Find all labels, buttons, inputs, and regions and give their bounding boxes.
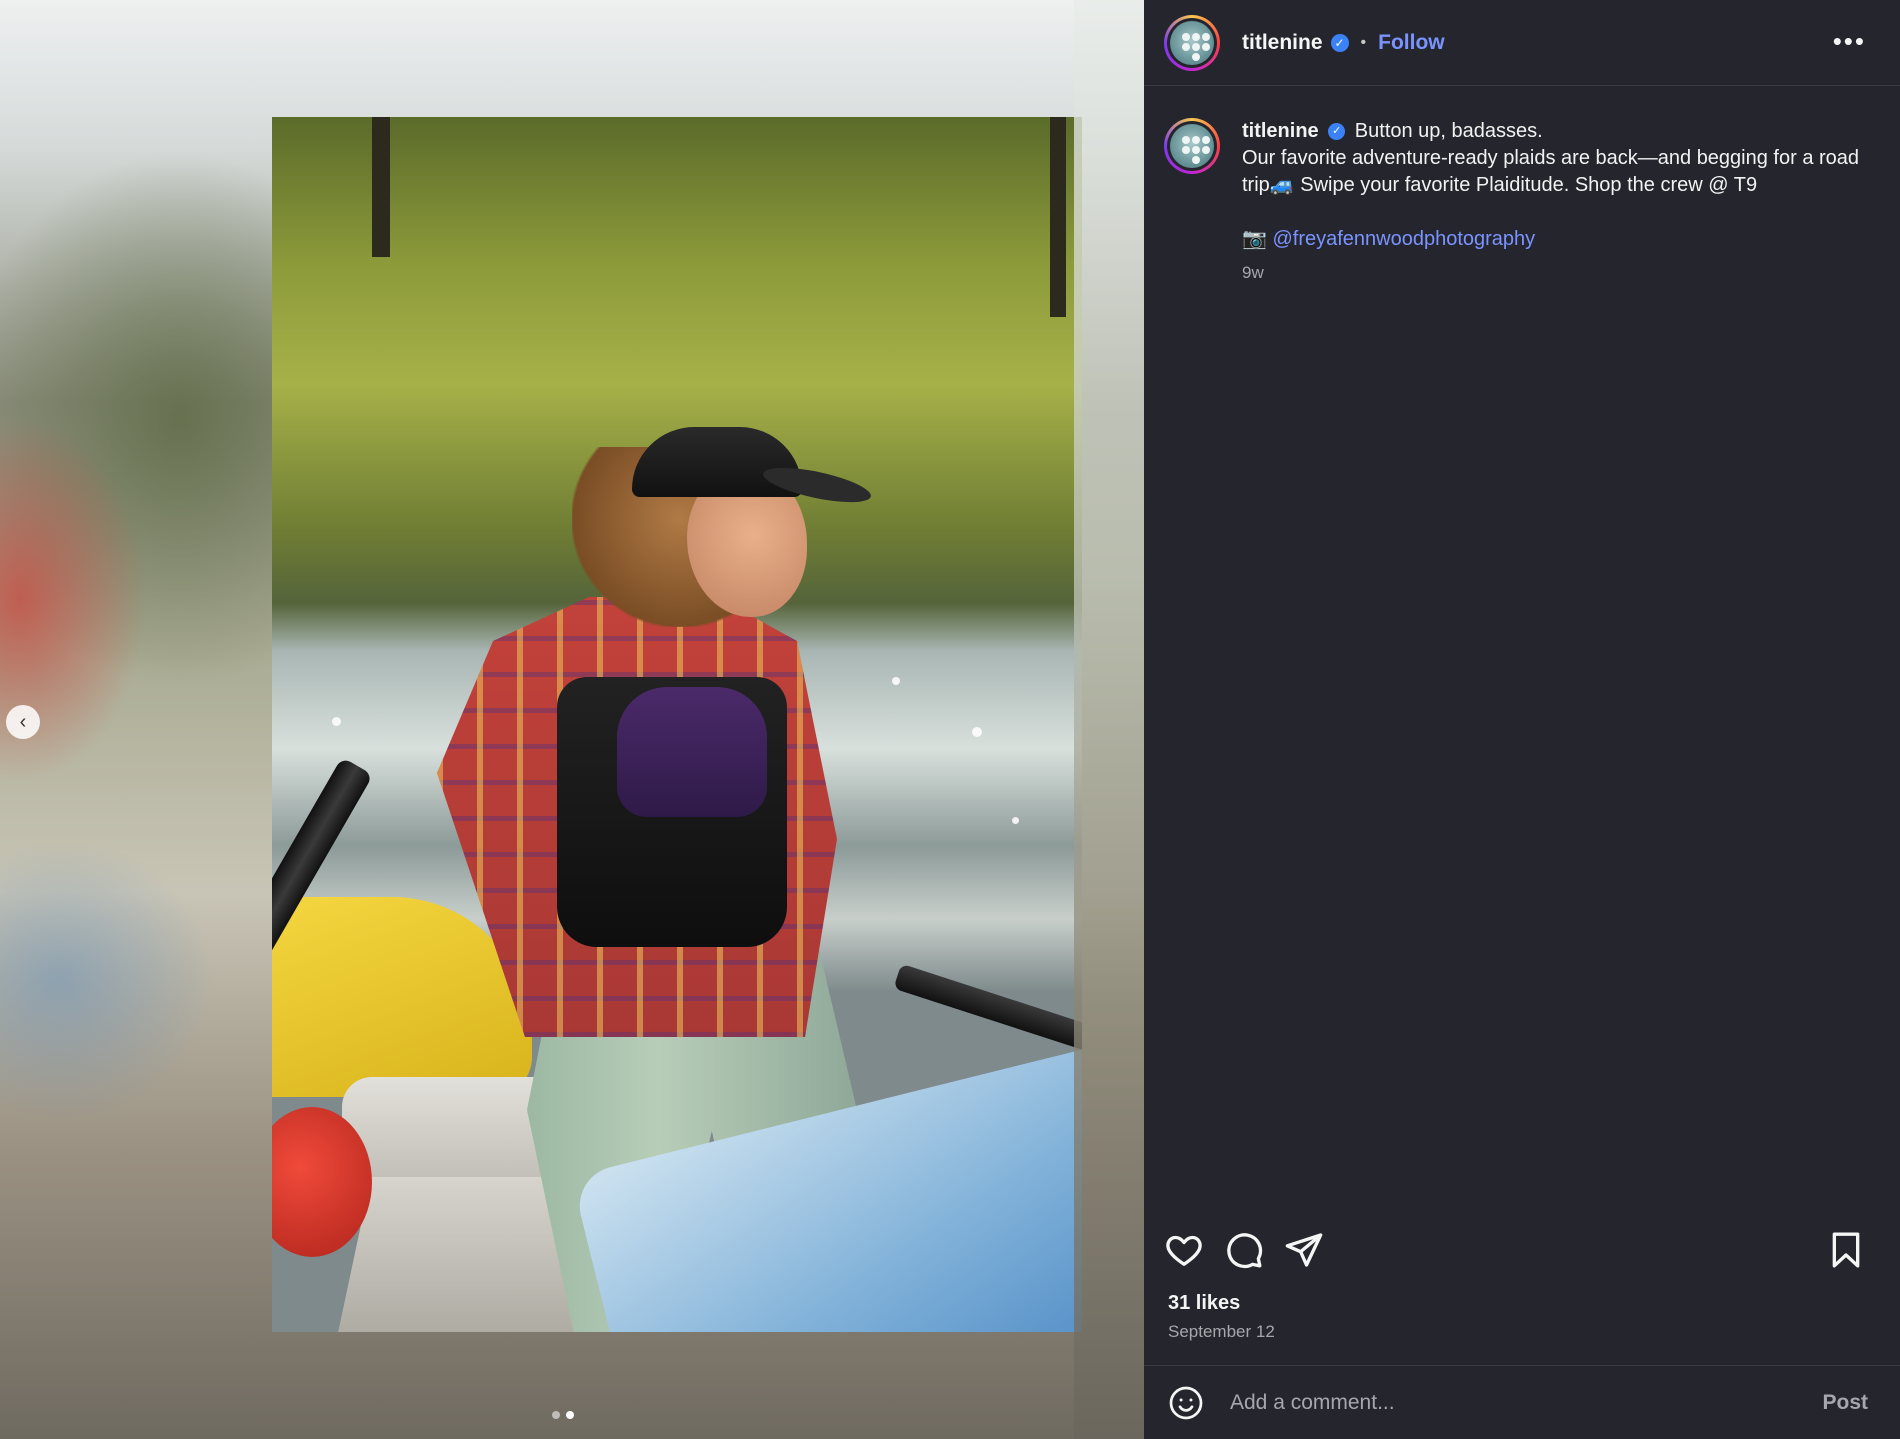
chevron-left-icon: ‹: [19, 711, 27, 733]
caption-text: Our favorite adventure-ready plaids are …: [1242, 147, 1860, 196]
avatar-image: [1170, 124, 1214, 168]
verified-badge-icon: ✓: [1328, 123, 1346, 141]
carousel-dot-active: [566, 1411, 574, 1419]
photographer-mention-link[interactable]: @freyafennwoodphotography: [1272, 228, 1535, 250]
more-options-icon[interactable]: •••: [1833, 26, 1866, 57]
heart-icon[interactable]: [1164, 1230, 1204, 1270]
media-viewer: ‹: [0, 0, 1144, 1439]
avatar[interactable]: [1164, 14, 1220, 71]
water-sparkle: [1012, 817, 1019, 824]
likes-count[interactable]: 31 likes: [1168, 1292, 1240, 1315]
header-username[interactable]: titlenine: [1242, 31, 1323, 55]
post-header: titlenine ✓ • Follow •••: [1144, 0, 1900, 86]
water-sparkle: [892, 677, 900, 685]
carousel-dot: [552, 1411, 560, 1419]
caption-headline: Button up, badasses.: [1354, 120, 1543, 142]
carousel-indicator: [552, 1411, 574, 1419]
person-chest-pack: [617, 687, 767, 817]
bookmark-icon[interactable]: [1826, 1230, 1866, 1270]
comment-bubble-icon[interactable]: [1224, 1230, 1264, 1270]
post-comment-button[interactable]: Post: [1822, 1391, 1868, 1415]
action-bar: [1164, 1228, 1880, 1272]
water-sparkle: [972, 727, 982, 737]
post-details-panel: titlenine ✓ • Follow ••• titlenine ✓ But…: [1144, 0, 1900, 1439]
verified-badge-icon: ✓: [1330, 33, 1349, 52]
follow-button[interactable]: Follow: [1378, 31, 1445, 55]
comment-composer: Post: [1144, 1365, 1900, 1439]
post-date: September 12: [1168, 1322, 1275, 1341]
caption-avatar[interactable]: [1164, 118, 1220, 174]
comment-input[interactable]: [1228, 1389, 1823, 1416]
tree-trunk: [1050, 117, 1066, 317]
raft-oar-right: [893, 963, 1082, 1057]
post-photo: [272, 117, 1082, 1332]
person-cap: [632, 427, 802, 497]
carousel-prev-button[interactable]: ‹: [6, 705, 40, 739]
post-age: 9w: [1242, 263, 1264, 282]
caption-username[interactable]: titlenine: [1242, 120, 1319, 142]
caption: titlenine ✓ Button up, badasses. Our fav…: [1144, 86, 1900, 286]
tree-trunk: [372, 117, 390, 257]
header-separator: •: [1360, 33, 1367, 51]
water-sparkle: [332, 717, 341, 726]
camera-icon: 📷: [1242, 228, 1267, 250]
smiley-icon[interactable]: [1168, 1385, 1204, 1421]
caption-body: titlenine ✓ Button up, badasses. Our fav…: [1242, 118, 1880, 286]
avatar-image: [1170, 20, 1214, 65]
paper-plane-icon[interactable]: [1284, 1230, 1324, 1270]
